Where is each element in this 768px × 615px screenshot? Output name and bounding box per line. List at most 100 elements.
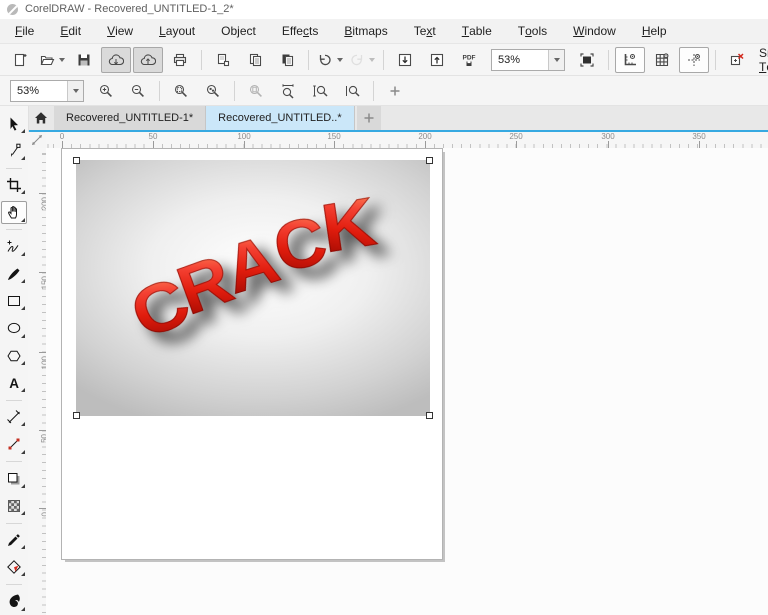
menu-window[interactable]: Window <box>560 19 629 43</box>
menu-effects[interactable]: Effects <box>269 19 331 43</box>
dimension-tool[interactable] <box>1 406 27 428</box>
new-document-button[interactable] <box>5 47 35 73</box>
import-button[interactable] <box>390 47 420 73</box>
show-grid-toggle[interactable] <box>647 47 677 73</box>
selection-handle-top-left[interactable] <box>73 157 80 164</box>
connector-icon <box>6 436 22 452</box>
artistic-media-tool[interactable] <box>1 263 27 285</box>
toolbox-separator <box>6 400 22 401</box>
snap-to-dropdown[interactable]: Snap To <box>753 48 768 72</box>
app-icon <box>7 4 18 15</box>
h-ruler-label: 0 <box>60 132 64 141</box>
zoom-combo-dropdown[interactable] <box>67 81 83 101</box>
zoom-selected-icon <box>173 82 190 99</box>
toolbar-separator <box>608 50 609 70</box>
menu-text[interactable]: Text <box>401 19 449 43</box>
cloud-download-button[interactable] <box>101 47 131 73</box>
ellipse-tool[interactable] <box>1 317 27 339</box>
pan-tool[interactable] <box>1 201 27 223</box>
selection-handle-top-right[interactable] <box>426 157 433 164</box>
document-tab-bar: Recovered_UNTITLED-1*Recovered_UNTITLED.… <box>28 106 768 132</box>
toolbox-separator <box>6 584 22 585</box>
menu-table[interactable]: Table <box>449 19 505 43</box>
menu-view[interactable]: View <box>94 19 146 43</box>
menu-file[interactable]: File <box>2 19 47 43</box>
drop-shadow-tool[interactable] <box>1 467 27 489</box>
text-tool[interactable]: A <box>1 372 27 394</box>
new-tab-button[interactable] <box>357 106 381 130</box>
zoom-in-icon <box>98 82 115 99</box>
pick-icon <box>6 116 22 132</box>
artwork-letter: K <box>317 187 381 264</box>
snap-off-button[interactable] <box>722 47 752 73</box>
shadow-icon <box>6 471 22 487</box>
cloud-down-icon <box>108 51 125 68</box>
freehand-tool[interactable] <box>1 235 27 257</box>
zoom-level-combo[interactable]: 53% <box>491 49 565 71</box>
home-tab-button[interactable] <box>28 106 54 130</box>
customize-toolbar-button[interactable] <box>380 78 410 104</box>
color-eyedropper-tool[interactable] <box>1 529 27 551</box>
publish-pdf-button[interactable]: PDF <box>454 47 484 73</box>
dimension-icon <box>6 409 22 425</box>
interactive-fill-tool[interactable] <box>1 556 27 578</box>
vertical-ruler[interactable]: 200150100500 <box>28 148 47 615</box>
copy-button[interactable] <box>240 47 270 73</box>
plus-icon <box>387 82 404 99</box>
ruler-origin[interactable] <box>28 132 46 148</box>
save-button[interactable] <box>69 47 99 73</box>
connector-tool[interactable] <box>1 433 27 455</box>
crop-tool[interactable] <box>1 174 27 196</box>
menu-help[interactable]: Help <box>629 19 680 43</box>
shape-tool[interactable] <box>1 140 27 162</box>
export-button[interactable] <box>422 47 452 73</box>
zoom-in-button[interactable] <box>91 78 121 104</box>
zoom-to-selected-button[interactable] <box>166 78 196 104</box>
zoom-level-combo[interactable]: 53% <box>10 80 84 102</box>
toolbox-separator <box>6 523 22 524</box>
paste-button[interactable] <box>272 47 302 73</box>
zoom-combo-dropdown[interactable] <box>548 50 564 70</box>
cloud-upload-button[interactable] <box>133 47 163 73</box>
h-ruler-label: 50 <box>149 132 158 141</box>
zoom-actual-size-button[interactable] <box>337 78 367 104</box>
zoom-to-page-width-button[interactable] <box>273 78 303 104</box>
document-tab-1[interactable]: Recovered_UNTITLED-1* <box>54 106 206 130</box>
zoom-all-icon <box>205 82 222 99</box>
menu-bitmaps[interactable]: Bitmaps <box>331 19 400 43</box>
fullscreen-icon <box>579 51 596 68</box>
smart-fill-tool[interactable] <box>1 590 27 612</box>
zoom-to-all-button[interactable] <box>198 78 228 104</box>
selected-bitmap-object[interactable]: CRACK <box>76 160 430 416</box>
menu-tools[interactable]: Tools <box>505 19 560 43</box>
snap-to-label: Snap To <box>759 46 768 74</box>
h-ruler-label: 150 <box>327 132 340 141</box>
export-icon <box>429 51 446 68</box>
drawing-canvas[interactable]: CRACK <box>46 148 768 615</box>
fullscreen-preview-button[interactable] <box>572 47 602 73</box>
rectangle-tool[interactable] <box>1 290 27 312</box>
toolbar-separator <box>373 81 374 101</box>
undo-button[interactable] <box>315 47 345 73</box>
redo-button[interactable] <box>347 47 377 73</box>
show-guidelines-toggle[interactable] <box>679 47 709 73</box>
menu-layout[interactable]: Layout <box>146 19 208 43</box>
print-button[interactable] <box>165 47 195 73</box>
cut-button[interactable] <box>208 47 238 73</box>
zoom-to-page-height-button[interactable] <box>305 78 335 104</box>
open-button[interactable] <box>37 47 67 73</box>
artwork-text: CRACK <box>76 180 430 349</box>
selection-handle-bottom-right[interactable] <box>426 412 433 419</box>
document-tab-2[interactable]: Recovered_UNTITLED..* <box>206 106 355 130</box>
zoom-property-bar: 53% <box>0 76 768 106</box>
menu-edit[interactable]: Edit <box>47 19 94 43</box>
show-rulers-toggle[interactable] <box>615 47 645 73</box>
horizontal-ruler[interactable]: 050100150200250300350 <box>46 132 768 149</box>
zoom-out-button[interactable] <box>123 78 153 104</box>
zoom-to-page-button[interactable] <box>241 78 271 104</box>
selection-handle-bottom-left[interactable] <box>73 412 80 419</box>
menu-object[interactable]: Object <box>208 19 269 43</box>
polygon-tool[interactable] <box>1 345 27 367</box>
transparency-tool[interactable] <box>1 495 27 517</box>
pick-tool[interactable] <box>1 113 27 135</box>
